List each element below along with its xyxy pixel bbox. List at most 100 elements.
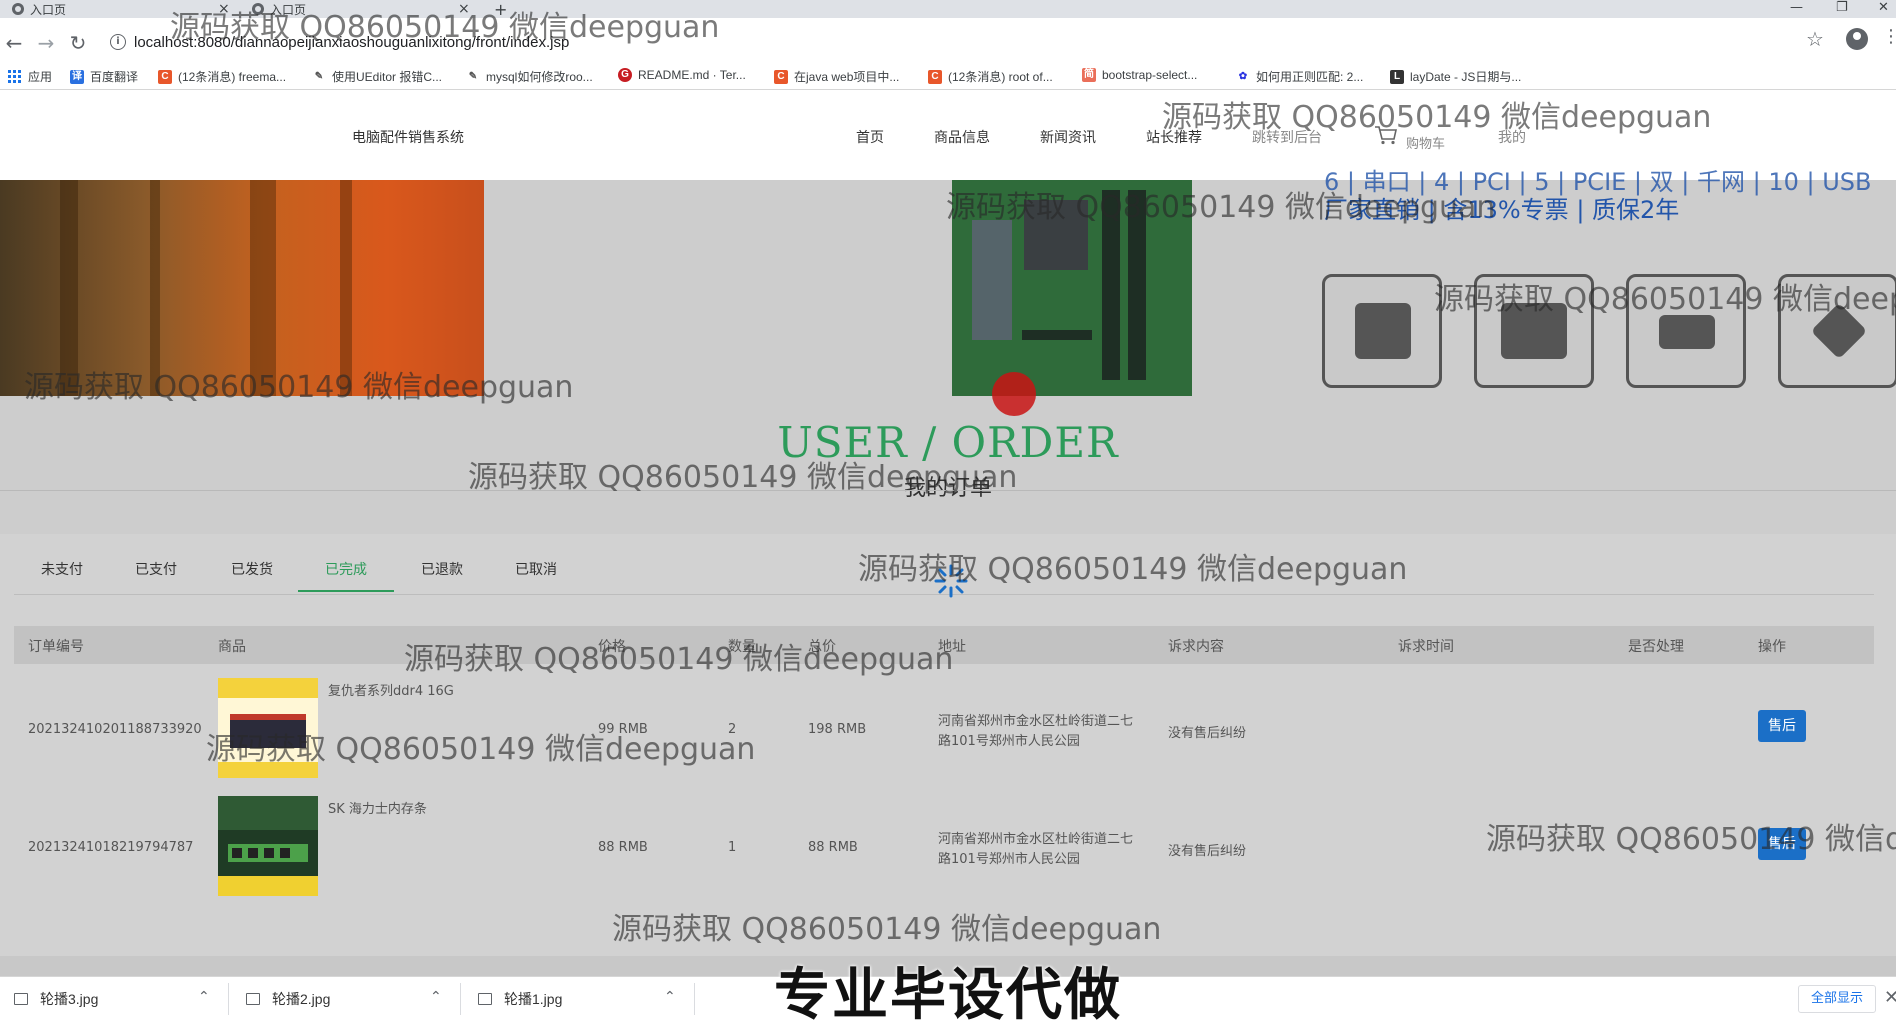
col-address: 地址 bbox=[938, 639, 966, 655]
baidu-paw-icon: ✿ bbox=[1238, 70, 1248, 82]
browser-tab[interactable]: 入口页 × bbox=[252, 0, 470, 18]
bookmark-item[interactable]: 译 百度翻译 bbox=[70, 68, 138, 85]
shipping-address: 河南省郑州市金水区杜岭街道二七路101号郑州市人民公园 bbox=[938, 832, 1134, 867]
globe-icon bbox=[12, 3, 24, 15]
address-bar[interactable]: i localhost:8080/diannaopeijianxiaoshoug… bbox=[102, 26, 1822, 60]
bookmark-label: (12条消息) freema... bbox=[178, 70, 287, 84]
cart-icon[interactable] bbox=[1374, 125, 1398, 145]
bookmark-label: bootstrap-select... bbox=[1102, 68, 1198, 82]
nav-products[interactable]: 商品信息 bbox=[934, 127, 990, 147]
product-name[interactable]: SK 海力士内存条 bbox=[328, 798, 427, 817]
nav-cart[interactable]: 购物车 bbox=[1406, 133, 1445, 152]
appeal-content: 没有售后纠纷 bbox=[1168, 726, 1247, 741]
nav-recommend[interactable]: 站长推荐 bbox=[1146, 127, 1202, 147]
loading-spinner-icon bbox=[934, 564, 968, 598]
bookmark-label: (12条消息) root of... bbox=[948, 70, 1053, 84]
tab-completed[interactable]: 已完成 bbox=[298, 548, 394, 592]
bookmark-item[interactable]: ✎ mysql如何修改roo... bbox=[466, 68, 593, 85]
product-thumbnail[interactable] bbox=[218, 678, 318, 778]
bookmark-item[interactable]: C 在java web项目中... bbox=[774, 68, 899, 85]
nav-news[interactable]: 新闻资讯 bbox=[1040, 127, 1096, 147]
close-tab-icon[interactable]: × bbox=[218, 1, 230, 17]
section-divider bbox=[0, 490, 1896, 491]
banner-image-left bbox=[0, 180, 484, 396]
browser-tab[interactable]: 入口页 × bbox=[12, 0, 230, 18]
site-brand[interactable]: 电脑配件销售系统 bbox=[352, 127, 464, 147]
forward-icon[interactable]: → bbox=[34, 32, 58, 56]
apps-grid-icon bbox=[8, 69, 22, 84]
nav-admin[interactable]: 跳转到后台 bbox=[1252, 127, 1322, 147]
product-name[interactable]: 复仇者系列ddr4 16G bbox=[328, 680, 454, 699]
banner-motherboard-image bbox=[952, 180, 1192, 396]
bookmark-label: README.md · Ter... bbox=[638, 68, 746, 82]
after-sale-button[interactable]: 售后 bbox=[1758, 828, 1806, 860]
col-appeal: 诉求内容 bbox=[1168, 639, 1224, 655]
browser-tab-title: 入口页 bbox=[30, 2, 67, 17]
new-tab-button[interactable]: + bbox=[494, 0, 507, 19]
bookmark-apps[interactable]: 应用 bbox=[8, 68, 52, 85]
bookmark-item[interactable]: 简 bootstrap-select... bbox=[1082, 68, 1197, 82]
order-number: 20213241018219794787 bbox=[28, 840, 194, 855]
nav-home[interactable]: 首页 bbox=[856, 127, 884, 147]
restore-icon[interactable]: ❐ bbox=[1836, 0, 1848, 18]
gpu-icon bbox=[1474, 274, 1594, 388]
bookmark-label: 百度翻译 bbox=[90, 70, 139, 84]
back-icon[interactable]: ← bbox=[2, 32, 26, 56]
close-window-icon[interactable]: ✕ bbox=[1878, 0, 1889, 18]
csdn-icon: C bbox=[774, 69, 788, 84]
nav-mine[interactable]: 我的 bbox=[1498, 127, 1526, 147]
col-order-no: 订单编号 bbox=[28, 639, 84, 655]
bookmark-item[interactable]: ✿ 如何用正则匹配: 2... bbox=[1236, 68, 1364, 85]
after-sale-button[interactable]: 售后 bbox=[1758, 710, 1806, 742]
unit-price: 99 RMB bbox=[598, 722, 648, 737]
banner-carousel[interactable]: 6 | 串口 | 4 | PCI | 5 | PCIE | 双 | 千网 | 1… bbox=[0, 168, 1896, 396]
bookmark-label: layDate - JS日期与... bbox=[1410, 70, 1522, 84]
tab-shipped[interactable]: 已发货 bbox=[204, 548, 300, 592]
table-row: 20213241018219794787 SK 海力士内存条 88 RMB 1 … bbox=[14, 786, 1874, 904]
shipping-address: 河南省郑州市金水区杜岭街道二七路101号郑州市人民公园 bbox=[938, 714, 1134, 749]
col-handled: 是否处理 bbox=[1628, 639, 1684, 655]
tab-paid[interactable]: 已支付 bbox=[108, 548, 204, 592]
browser-tab-strip: 入口页 × 入口页 × + — ❐ ✕ bbox=[0, 0, 1896, 19]
quill-icon: ✎ bbox=[468, 70, 478, 82]
bookmark-item[interactable]: L layDate - JS日期与... bbox=[1390, 68, 1521, 85]
orders-table-header: 订单编号 商品 价格 数量 总价 地址 诉求内容 诉求时间 是否处理 操作 bbox=[14, 626, 1874, 664]
close-tab-icon[interactable]: × bbox=[458, 1, 470, 17]
globe-icon bbox=[252, 3, 264, 15]
bookmark-item[interactable]: G README.md · Ter... bbox=[618, 68, 746, 82]
tab-cancelled[interactable]: 已取消 bbox=[488, 548, 584, 592]
mouse-cursor-highlight bbox=[992, 372, 1036, 416]
section-title: USER / ORDER bbox=[777, 418, 1119, 467]
total-price: 88 RMB bbox=[808, 840, 858, 855]
bookmark-label: 在java web项目中... bbox=[794, 70, 900, 84]
compress-icon bbox=[1778, 274, 1896, 388]
bookmark-item[interactable]: ✎ 使用UEditor 报错C... bbox=[312, 68, 442, 85]
minimize-icon[interactable]: — bbox=[1790, 0, 1803, 18]
video-caption: 专业毕设代做 bbox=[774, 963, 1122, 1020]
section-subtitle: 我的订单 bbox=[903, 476, 992, 501]
bookmark-star-icon[interactable]: ☆ bbox=[1806, 27, 1824, 51]
tab-unpaid[interactable]: 未支付 bbox=[14, 548, 110, 592]
product-thumbnail[interactable] bbox=[218, 796, 318, 896]
quill-icon: ✎ bbox=[314, 70, 324, 82]
bookmark-item[interactable]: C (12条消息) freema... bbox=[158, 68, 286, 85]
site-info-icon[interactable]: i bbox=[110, 34, 126, 50]
col-product: 商品 bbox=[218, 639, 246, 655]
tab-refunded[interactable]: 已退款 bbox=[394, 548, 490, 592]
browser-menu-icon[interactable]: ⋮ bbox=[1882, 26, 1896, 47]
bookmark-label: 应用 bbox=[28, 70, 53, 84]
layui-icon: L bbox=[1390, 69, 1404, 84]
cpu-icon bbox=[1322, 274, 1442, 388]
profile-avatar-icon[interactable] bbox=[1846, 28, 1868, 50]
jianshu-icon: 简 bbox=[1082, 68, 1096, 82]
bookmark-item[interactable]: C (12条消息) root of... bbox=[928, 68, 1053, 85]
quantity: 2 bbox=[728, 722, 737, 737]
col-qty: 数量 bbox=[728, 639, 756, 655]
col-price: 价格 bbox=[598, 639, 626, 655]
reload-icon[interactable]: ↻ bbox=[66, 32, 90, 56]
baidu-translate-icon: 译 bbox=[70, 69, 84, 84]
col-action: 操作 bbox=[1758, 639, 1786, 655]
bookmark-label: mysql如何修改roo... bbox=[486, 70, 593, 84]
table-row: 20213241020118873392​0 复仇者系列ddr4 16G 99 … bbox=[14, 668, 1874, 786]
browser-tab-title: 入口页 bbox=[270, 2, 307, 17]
